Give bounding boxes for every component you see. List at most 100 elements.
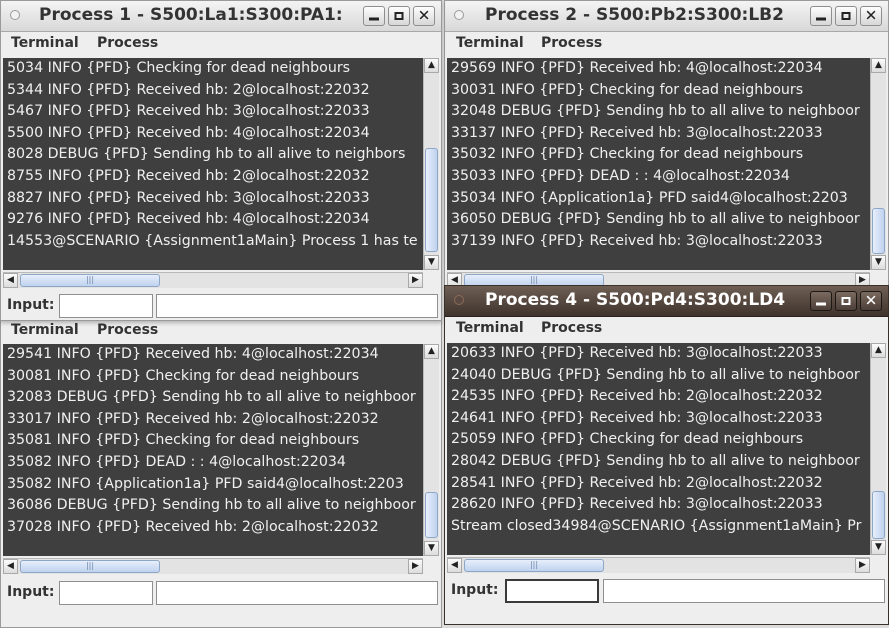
- minimize-button[interactable]: [810, 6, 832, 26]
- log-line: 36050 DEBUG {PFD} Sending hb to all aliv…: [451, 211, 860, 228]
- log-line: Stream closed34984@SCENARIO {Assignment1…: [451, 517, 862, 534]
- log-output: 5034 INFO {PFD} Checking for dead neighb…: [3, 58, 423, 270]
- log-line: 20633 INFO {PFD} Received hb: 3@localhos…: [451, 345, 823, 361]
- scroll-thumb[interactable]: |||: [20, 274, 160, 287]
- close-button[interactable]: ✕: [860, 6, 882, 26]
- horizontal-scrollbar[interactable]: ◀ ||| ▶: [447, 557, 870, 573]
- scroll-thumb[interactable]: [425, 148, 438, 252]
- maximize-button[interactable]: [835, 6, 857, 26]
- menu-terminal[interactable]: Terminal: [11, 322, 79, 338]
- minimize-icon: [816, 17, 826, 21]
- window-menu-icon[interactable]: [454, 10, 464, 20]
- minimize-icon: [816, 302, 826, 306]
- window-menu-icon[interactable]: [10, 10, 20, 20]
- title-bar[interactable]: Process 2 - S500:Pb2:S300:LB2 ✕: [445, 1, 888, 32]
- scroll-thumb[interactable]: [425, 492, 438, 538]
- maximize-button[interactable]: [388, 6, 410, 26]
- minimize-button[interactable]: [363, 6, 385, 26]
- menu-terminal[interactable]: Terminal: [456, 320, 524, 336]
- input-field[interactable]: [59, 294, 153, 318]
- close-button[interactable]: ✕: [413, 6, 435, 26]
- close-icon: ✕: [864, 6, 878, 25]
- menu-process[interactable]: Process: [541, 35, 602, 51]
- log-line: 32083 DEBUG {PFD} Sending hb to all aliv…: [7, 389, 416, 406]
- maximize-button[interactable]: [835, 291, 857, 311]
- scroll-right-arrow[interactable]: ▶: [408, 273, 423, 288]
- scroll-up-arrow[interactable]: ▲: [424, 344, 439, 359]
- scroll-thumb[interactable]: [872, 491, 885, 539]
- window-title: Process 1 - S500:La1:S300:PA1:: [39, 5, 343, 25]
- log-line: 24641 INFO {PFD} Received hb: 3@localhos…: [451, 409, 823, 426]
- close-button[interactable]: ✕: [860, 291, 882, 311]
- log-line: 29569 INFO {PFD} Received hb: 4@localhos…: [451, 60, 823, 76]
- log-line: 33137 INFO {PFD} Received hb: 3@localhos…: [451, 124, 823, 141]
- scroll-thumb[interactable]: [872, 208, 885, 254]
- log-line: 35081 INFO {PFD} Checking for dead neigh…: [7, 432, 360, 449]
- scroll-thumb[interactable]: |||: [20, 560, 160, 573]
- log-line: 28042 DEBUG {PFD} Sending hb to all aliv…: [451, 452, 860, 469]
- scroll-down-arrow[interactable]: ▼: [424, 255, 439, 270]
- scroll-up-arrow[interactable]: ▲: [871, 343, 886, 358]
- input-field-secondary[interactable]: [603, 579, 885, 603]
- log-line: 5500 INFO {PFD} Received hb: 4@localhost…: [7, 124, 370, 141]
- scroll-left-arrow[interactable]: ◀: [3, 559, 18, 574]
- window-title: Process 4 - S500:Pd4:S300:LD4: [485, 290, 786, 310]
- menubar: Terminal Process: [1, 32, 441, 56]
- log-line: 8755 INFO {PFD} Received hb: 2@localhost…: [7, 167, 370, 184]
- menu-process[interactable]: Process: [97, 322, 158, 338]
- menubar: Terminal Process: [445, 317, 888, 341]
- log-line: 37139 INFO {PFD} Received hb: 3@localhos…: [451, 232, 823, 249]
- maximize-icon: [394, 12, 404, 20]
- vertical-scrollbar[interactable]: ▲ ▼: [423, 58, 439, 270]
- maximize-icon: [841, 297, 851, 305]
- menu-process[interactable]: Process: [541, 320, 602, 336]
- window-title: Process 2 - S500:Pb2:S300:LB2: [485, 5, 784, 25]
- close-icon: ✕: [864, 291, 878, 310]
- log-line: 33017 INFO {PFD} Received hb: 2@localhos…: [7, 410, 379, 427]
- scroll-down-arrow[interactable]: ▼: [871, 255, 886, 270]
- input-field-secondary[interactable]: [156, 294, 438, 318]
- log-line: 35032 INFO {PFD} Checking for dead neigh…: [451, 146, 804, 163]
- horizontal-scrollbar[interactable]: ◀ ||| ▶: [3, 558, 423, 574]
- title-bar[interactable]: Process 1 - S500:La1:S300:PA1: ✕: [1, 1, 441, 32]
- input-label: Input:: [7, 297, 55, 313]
- vertical-scrollbar[interactable]: ▲ ▼: [423, 344, 439, 556]
- log-line: 29541 INFO {PFD} Received hb: 4@localhos…: [7, 346, 379, 362]
- close-icon: ✕: [417, 6, 431, 25]
- process-4-window: Process 4 - S500:Pd4:S300:LD4 ✕ Terminal…: [444, 285, 889, 625]
- log-line: 30031 INFO {PFD} Checking for dead neigh…: [451, 81, 804, 98]
- menu-process[interactable]: Process: [97, 35, 158, 51]
- input-field[interactable]: [505, 579, 599, 603]
- vertical-scrollbar[interactable]: ▲ ▼: [870, 58, 886, 270]
- scroll-thumb[interactable]: |||: [464, 559, 604, 572]
- scroll-up-arrow[interactable]: ▲: [424, 58, 439, 73]
- minimize-button[interactable]: [810, 291, 832, 311]
- input-field-secondary[interactable]: [156, 581, 438, 605]
- scroll-right-arrow[interactable]: ▶: [408, 559, 423, 574]
- input-label: Input:: [451, 582, 499, 598]
- scroll-left-arrow[interactable]: ◀: [447, 558, 462, 573]
- scroll-down-arrow[interactable]: ▼: [871, 540, 886, 555]
- input-row: Input:: [1, 292, 441, 320]
- scroll-up-arrow[interactable]: ▲: [871, 58, 886, 73]
- log-line: 5034 INFO {PFD} Checking for dead neighb…: [7, 60, 351, 76]
- log-line: 5467 INFO {PFD} Received hb: 3@localhost…: [7, 103, 370, 120]
- scroll-down-arrow[interactable]: ▼: [424, 541, 439, 556]
- log-output: 29541 INFO {PFD} Received hb: 4@localhos…: [3, 344, 423, 556]
- log-line: 30081 INFO {PFD} Checking for dead neigh…: [7, 367, 360, 384]
- title-bar[interactable]: Process 4 - S500:Pd4:S300:LD4 ✕: [445, 286, 888, 317]
- input-field[interactable]: [59, 581, 153, 605]
- vertical-scrollbar[interactable]: ▲ ▼: [870, 343, 886, 555]
- scroll-right-arrow[interactable]: ▶: [855, 558, 870, 573]
- menubar: Terminal Process: [1, 319, 441, 343]
- horizontal-scrollbar[interactable]: ◀ ||| ▶: [3, 272, 423, 288]
- log-line: 28620 INFO {PFD} Received hb: 3@localhos…: [451, 496, 823, 513]
- menu-terminal[interactable]: Terminal: [11, 35, 79, 51]
- minimize-icon: [369, 17, 379, 21]
- log-line: 35034 INFO {Application1a} PFD said4@loc…: [451, 189, 848, 206]
- window-menu-icon[interactable]: [454, 295, 464, 305]
- menubar: Terminal Process: [445, 32, 888, 56]
- menu-terminal[interactable]: Terminal: [456, 35, 524, 51]
- scroll-left-arrow[interactable]: ◀: [3, 273, 18, 288]
- log-line: 24040 DEBUG {PFD} Sending hb to all aliv…: [451, 366, 860, 383]
